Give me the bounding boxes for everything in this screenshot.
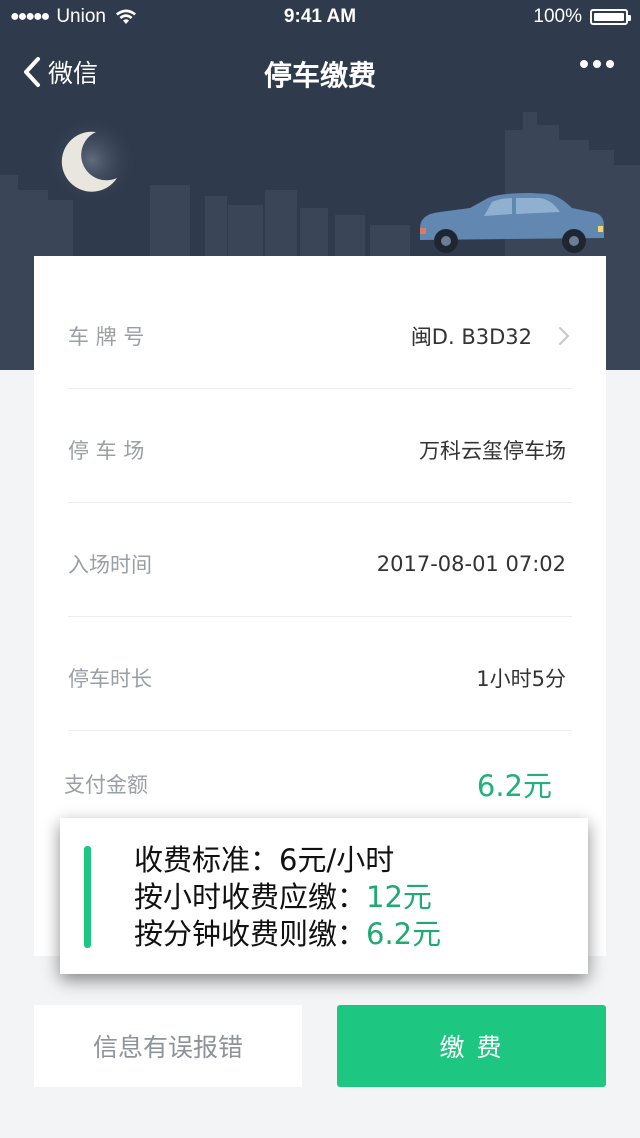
chevron-right-icon — [559, 327, 570, 345]
plate-row[interactable]: 车 牌 号 闽D. B3D32 — [68, 274, 572, 389]
battery-icon — [590, 9, 631, 25]
duration-label: 停车时长 — [68, 667, 152, 691]
minute-fee-line: 按分钟收费则缴：6.2元 — [134, 916, 441, 953]
fee-explanation-popup: 收费标准：6元/小时 按小时收费应缴：12元 按分钟收费则缴：6.2元 — [60, 818, 588, 974]
navigation-bar: 微信 停车缴费 — [0, 42, 640, 102]
plate-value: 闽D. B3D32 — [410, 325, 532, 349]
minute-fee-value: 6.2元 — [366, 917, 442, 951]
minute-fee-label: 按分钟收费则缴： — [134, 917, 367, 951]
page-title: 停车缴费 — [263, 59, 376, 92]
plate-label: 车 牌 号 — [68, 325, 145, 349]
hourly-fee-value: 12元 — [366, 880, 432, 914]
parking-lot-row: 停 车 场 万科云玺停车场 — [68, 388, 572, 503]
moon-glow — [46, 114, 138, 206]
amount-value: 6.2元 — [476, 769, 552, 803]
lot-label: 停 车 场 — [68, 439, 145, 463]
hourly-fee-label: 按小时收费应缴： — [134, 880, 367, 914]
duration-value: 1小时5分 — [476, 667, 566, 691]
battery-percent: 100% — [533, 6, 582, 27]
entry-time-value: 2017-08-01 07:02 — [376, 552, 566, 576]
duration-row: 停车时长 1小时5分 — [68, 616, 572, 731]
status-bar: ●●●●● Union 9:41 AM 100% — [0, 0, 640, 36]
entry-time-label: 入场时间 — [68, 553, 152, 577]
hourly-fee-line: 按小时收费应缴：12元 — [134, 879, 441, 916]
report-error-button[interactable]: 信息有误报错 — [34, 1005, 302, 1087]
fee-explanation-text: 收费标准：6元/小时 按小时收费应缴：12元 按分钟收费则缴：6.2元 — [134, 842, 441, 953]
amount-label: 支付金额 — [64, 773, 148, 797]
fee-standard-line: 收费标准：6元/小时 — [134, 843, 395, 877]
pay-button[interactable]: 缴 费 — [337, 1005, 606, 1087]
more-dots-icon[interactable] — [580, 60, 614, 68]
lot-value: 万科云玺停车场 — [419, 439, 566, 463]
entry-time-row: 入场时间 2017-08-01 07:02 — [68, 502, 572, 617]
accent-bar — [84, 846, 91, 948]
